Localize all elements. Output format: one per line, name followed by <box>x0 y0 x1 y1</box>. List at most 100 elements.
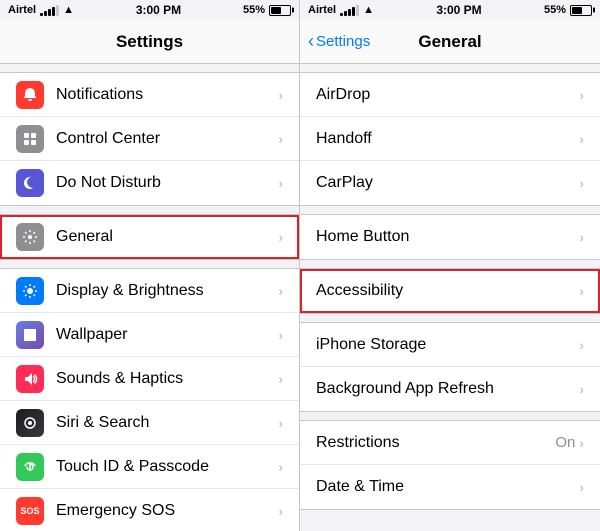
touch-id-label: Touch ID & Passcode <box>56 458 278 476</box>
background-app-refresh-label: Background App Refresh <box>316 380 579 398</box>
date-time-chevron: › <box>579 479 584 495</box>
settings-row-do-not-disturb[interactable]: Do Not Disturb › <box>0 161 299 205</box>
left-time: 3:00 PM <box>136 3 181 17</box>
airdrop-chevron: › <box>579 87 584 103</box>
display-label: Display & Brightness <box>56 282 278 300</box>
control-center-label: Control Center <box>56 130 278 148</box>
right-status-left: Airtel ▲ <box>308 4 374 16</box>
right-group-2: Home Button › <box>300 214 600 260</box>
right-time: 3:00 PM <box>436 3 481 17</box>
restrictions-label: Restrictions <box>316 434 555 452</box>
siri-chevron: › <box>278 415 283 431</box>
settings-row-airdrop[interactable]: AirDrop › <box>300 73 600 117</box>
emergency-sos-label: Emergency SOS <box>56 502 278 520</box>
home-button-label: Home Button <box>316 228 579 246</box>
left-signal <box>40 5 59 16</box>
emergency-sos-chevron: › <box>278 503 283 519</box>
left-carrier: Airtel <box>8 4 36 16</box>
wallpaper-chevron: › <box>278 327 283 343</box>
siri-label: Siri & Search <box>56 414 278 432</box>
left-wifi-icon: ▲ <box>63 4 74 16</box>
settings-row-touch-id[interactable]: Touch ID & Passcode › <box>0 445 299 489</box>
wallpaper-icon <box>16 321 44 349</box>
carplay-label: CarPlay <box>316 174 579 192</box>
settings-row-display[interactable]: Display & Brightness › <box>0 269 299 313</box>
handoff-label: Handoff <box>316 130 579 148</box>
settings-row-handoff[interactable]: Handoff › <box>300 117 600 161</box>
right-nav-bar: ‹ Settings General <box>300 20 600 64</box>
emergency-sos-icon: SOS <box>16 497 44 525</box>
restrictions-chevron: › <box>579 435 584 451</box>
left-settings-list: Notifications › Control Center › <box>0 64 299 531</box>
right-group-1: AirDrop › Handoff › CarPlay › <box>300 72 600 206</box>
settings-row-background-app-refresh[interactable]: Background App Refresh › <box>300 367 600 411</box>
do-not-disturb-label: Do Not Disturb <box>56 174 278 192</box>
accessibility-chevron: › <box>579 283 584 299</box>
do-not-disturb-chevron: › <box>278 175 283 191</box>
right-wifi-icon: ▲ <box>363 4 374 16</box>
home-button-chevron: › <box>579 229 584 245</box>
touch-id-chevron: › <box>278 459 283 475</box>
settings-row-siri[interactable]: Siri & Search › <box>0 401 299 445</box>
left-status-left: Airtel ▲ <box>8 4 74 16</box>
right-battery-icon <box>570 5 592 16</box>
background-app-refresh-chevron: › <box>579 381 584 397</box>
right-group-3: Accessibility › <box>300 268 600 314</box>
settings-row-sounds[interactable]: Sounds & Haptics › <box>0 357 299 401</box>
settings-row-home-button[interactable]: Home Button › <box>300 215 600 259</box>
right-settings-list: AirDrop › Handoff › CarPlay › Home Butto… <box>300 64 600 531</box>
settings-row-emergency-sos[interactable]: SOS Emergency SOS › <box>0 489 299 531</box>
left-battery-pct: 55% <box>243 4 265 16</box>
left-nav-title: Settings <box>116 32 183 52</box>
right-signal <box>340 5 359 16</box>
carplay-chevron: › <box>579 175 584 191</box>
settings-row-date-time[interactable]: Date & Time › <box>300 465 600 509</box>
settings-row-restrictions[interactable]: Restrictions On › <box>300 421 600 465</box>
left-section-group-3: Display & Brightness › Wallpaper › <box>0 268 299 531</box>
settings-row-carplay[interactable]: CarPlay › <box>300 161 600 205</box>
back-button[interactable]: ‹ Settings <box>308 33 370 50</box>
handoff-chevron: › <box>579 131 584 147</box>
right-group-5: Restrictions On › Date & Time › <box>300 420 600 510</box>
settings-row-wallpaper[interactable]: Wallpaper › <box>0 313 299 357</box>
left-battery-icon <box>269 5 291 16</box>
wallpaper-label: Wallpaper <box>56 326 278 344</box>
right-status-bar: Airtel ▲ 3:00 PM 55% <box>300 0 600 20</box>
notifications-label: Notifications <box>56 86 278 104</box>
general-chevron: › <box>278 229 283 245</box>
right-status-right: 55% <box>544 4 592 16</box>
airdrop-label: AirDrop <box>316 86 579 104</box>
right-battery-pct: 55% <box>544 4 566 16</box>
general-icon <box>16 223 44 251</box>
right-carrier: Airtel <box>308 4 336 16</box>
do-not-disturb-icon <box>16 169 44 197</box>
right-group-4: iPhone Storage › Background App Refresh … <box>300 322 600 412</box>
left-status-bar: Airtel ▲ 3:00 PM 55% <box>0 0 299 20</box>
back-chevron-icon: ‹ <box>308 32 314 50</box>
right-nav-title: General <box>418 32 481 52</box>
settings-row-accessibility[interactable]: Accessibility › <box>300 269 600 313</box>
left-section-group-1: Notifications › Control Center › <box>0 72 299 206</box>
restrictions-value: On <box>555 434 575 451</box>
sounds-chevron: › <box>278 371 283 387</box>
left-status-right: 55% <box>243 4 291 16</box>
display-icon <box>16 277 44 305</box>
left-nav-bar: Settings <box>0 20 299 64</box>
left-panel: Airtel ▲ 3:00 PM 55% Settings <box>0 0 300 531</box>
date-time-label: Date & Time <box>316 478 579 496</box>
settings-row-control-center[interactable]: Control Center › <box>0 117 299 161</box>
siri-icon <box>16 409 44 437</box>
right-panel: Airtel ▲ 3:00 PM 55% ‹ Settings General <box>300 0 600 531</box>
settings-row-notifications[interactable]: Notifications › <box>0 73 299 117</box>
touch-id-icon <box>16 453 44 481</box>
iphone-storage-label: iPhone Storage <box>316 336 579 354</box>
display-chevron: › <box>278 283 283 299</box>
general-label: General <box>56 228 278 246</box>
settings-row-general[interactable]: General › <box>0 215 299 259</box>
notifications-chevron: › <box>278 87 283 103</box>
settings-row-iphone-storage[interactable]: iPhone Storage › <box>300 323 600 367</box>
sos-text: SOS <box>20 506 39 516</box>
notifications-icon <box>16 81 44 109</box>
sounds-icon <box>16 365 44 393</box>
sounds-label: Sounds & Haptics <box>56 370 278 388</box>
